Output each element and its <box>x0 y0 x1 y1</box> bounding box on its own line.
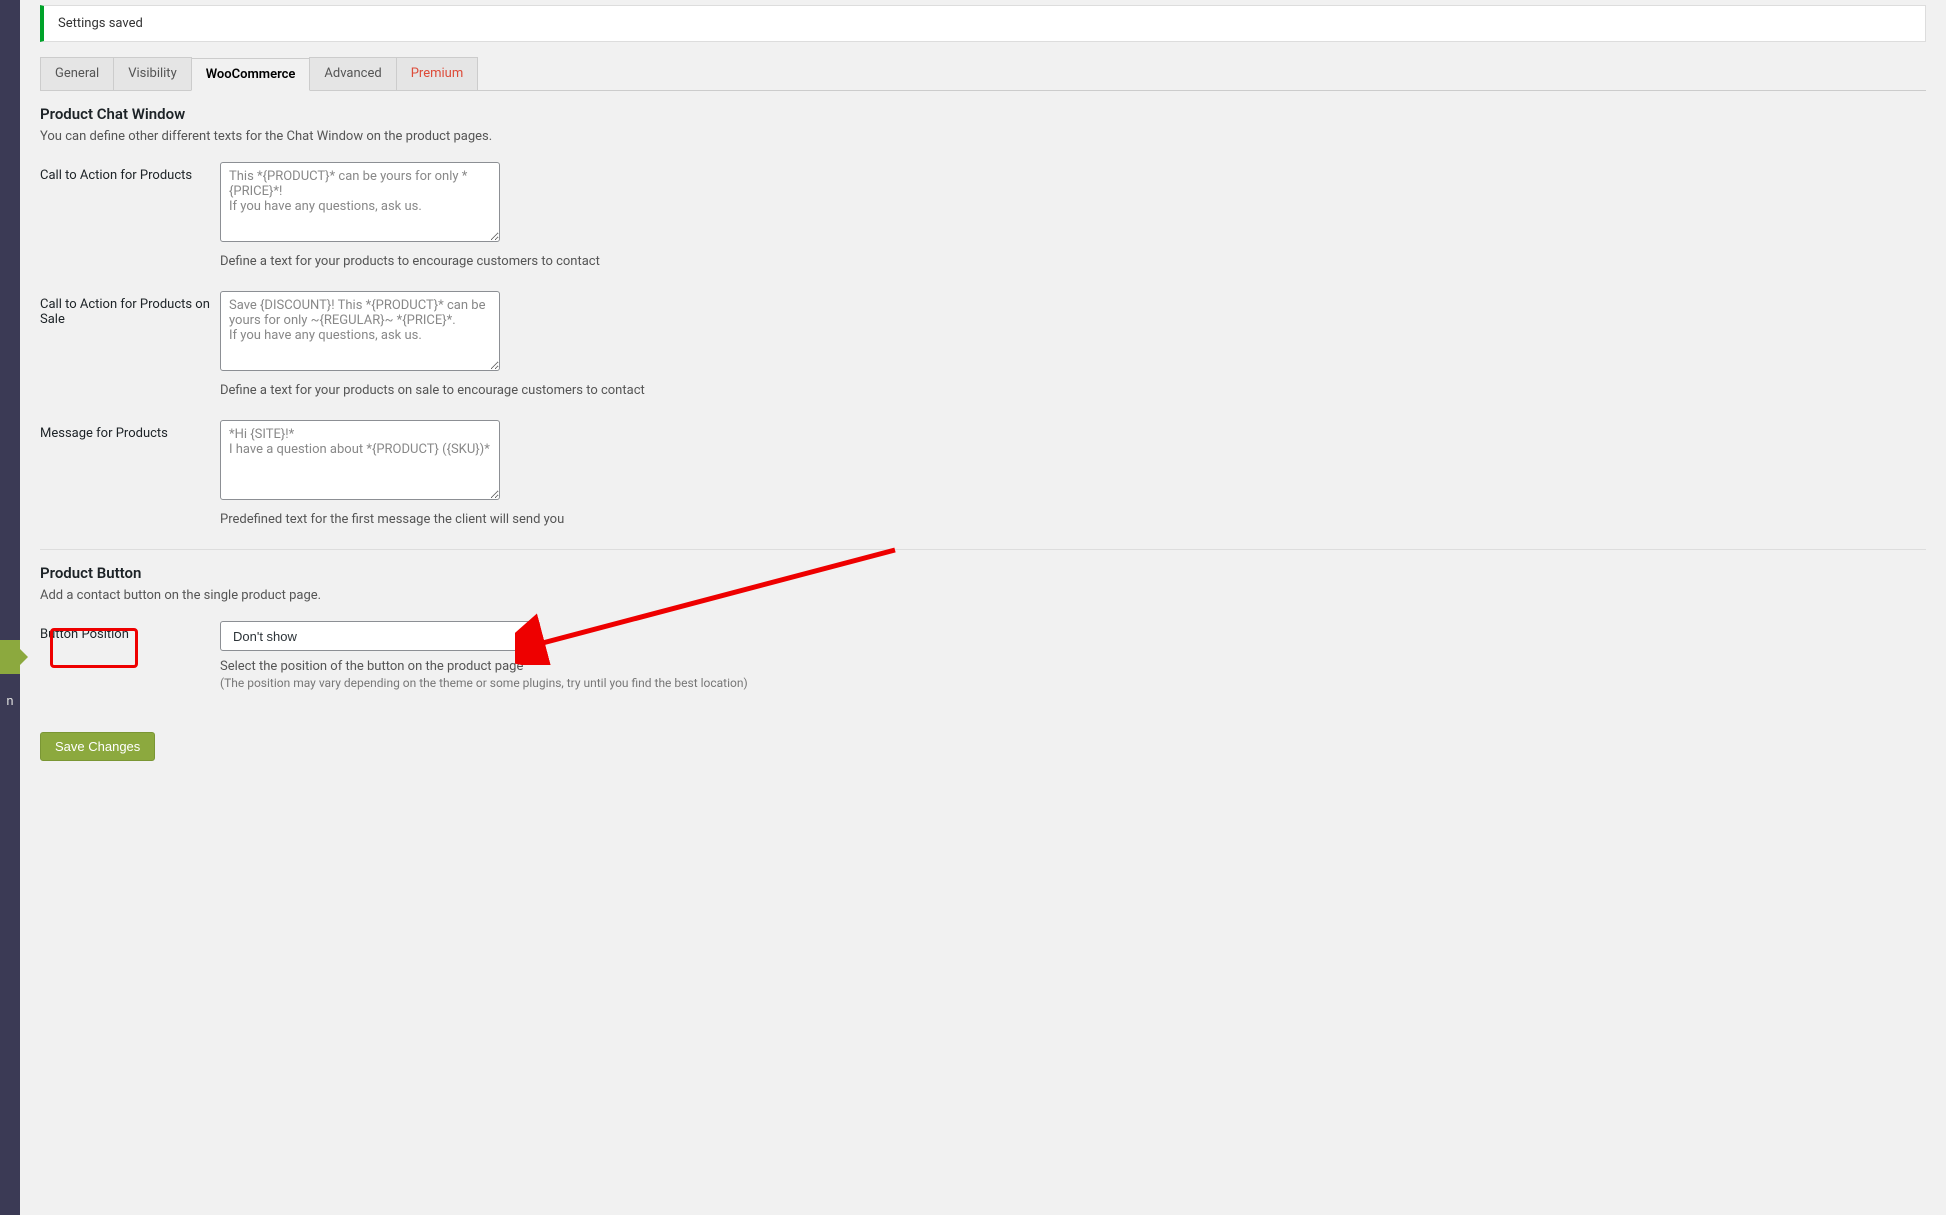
tab-advanced[interactable]: Advanced <box>309 57 396 90</box>
tab-visibility[interactable]: Visibility <box>113 57 192 90</box>
button-position-help-sub: (The position may vary depending on the … <box>220 676 748 690</box>
button-position-help: Select the position of the button on the… <box>220 659 748 674</box>
cta-sale-label: Call to Action for Products on Sale <box>40 291 220 327</box>
button-position-label: Button Position <box>40 621 220 642</box>
section-product-chat-title: Product Chat Window <box>40 105 1926 123</box>
msg-products-help: Predefined text for the first message th… <box>220 512 564 527</box>
sidebar-active-indicator <box>0 640 20 674</box>
tab-woocommerce[interactable]: WooCommerce <box>191 58 311 91</box>
msg-products-textarea[interactable] <box>220 420 500 500</box>
notice-text: Settings saved <box>58 16 143 31</box>
cta-products-textarea[interactable] <box>220 162 500 242</box>
cta-products-label: Call to Action for Products <box>40 162 220 183</box>
tab-general[interactable]: General <box>40 57 114 90</box>
settings-tabs: General Visibility WooCommerce Advanced … <box>40 57 1926 91</box>
admin-sidebar: n <box>0 0 20 1215</box>
cta-sale-textarea[interactable] <box>220 291 500 371</box>
settings-saved-notice: Settings saved <box>40 5 1926 42</box>
section-divider <box>40 549 1926 550</box>
button-position-select[interactable]: Don't show <box>220 621 540 651</box>
msg-products-label: Message for Products <box>40 420 220 441</box>
section-product-button-title: Product Button <box>40 564 1926 582</box>
cta-products-help: Define a text for your products to encou… <box>220 254 600 269</box>
save-changes-button[interactable]: Save Changes <box>40 732 155 761</box>
tab-premium[interactable]: Premium <box>396 57 479 90</box>
sidebar-fragment: n <box>0 694 20 709</box>
section-product-button-desc: Add a contact button on the single produ… <box>40 588 1926 603</box>
cta-sale-help: Define a text for your products on sale … <box>220 383 645 398</box>
section-product-chat-desc: You can define other different texts for… <box>40 129 1926 144</box>
